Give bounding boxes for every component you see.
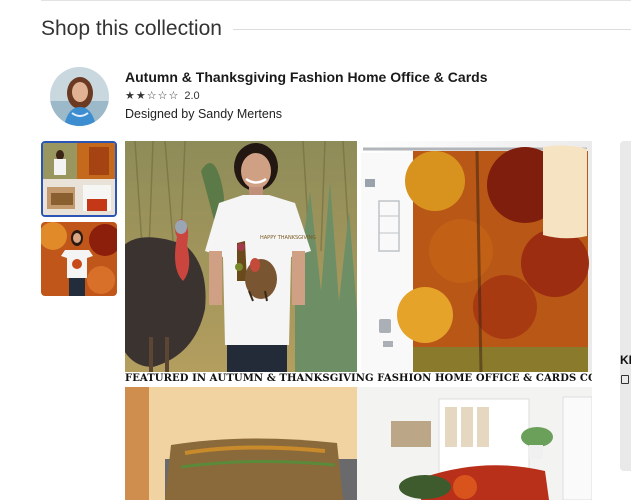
star-empty-icon: ☆ — [146, 90, 157, 102]
hero-product-image[interactable]: HAPPY THANKSGIVING — [125, 141, 592, 386]
star-empty-icon: ☆ — [168, 90, 179, 102]
section-title: Shop this collection — [41, 17, 222, 40]
top-divider — [41, 0, 631, 1]
hero-caption: FEATURED IN AUTUMN & THANKSGIVING FASHIO… — [125, 372, 592, 386]
rating[interactable]: ★ ★ ☆ ☆ ☆ 2.0 — [125, 89, 200, 103]
section-header: Shop this collection — [41, 16, 631, 42]
thumbnail-model-tshirt[interactable] — [41, 222, 117, 296]
star-filled-icon: ★ — [135, 90, 146, 102]
collection-title[interactable]: Autumn & Thanksgiving Fashion Home Offic… — [125, 69, 487, 85]
star-empty-icon: ☆ — [157, 90, 168, 102]
hero-secondary-row — [125, 387, 592, 500]
designer-byline[interactable]: Designed by Sandy Mertens — [125, 107, 282, 121]
tshirt-print-text: HAPPY THANKSGIVING — [260, 235, 316, 241]
rating-stars: ★ ★ ☆ ☆ ☆ — [125, 89, 178, 103]
next-card-label[interactable]: KI — [620, 353, 631, 367]
rating-value: 2.0 — [184, 90, 200, 102]
thumbnail-collection[interactable] — [41, 141, 117, 217]
header-divider — [233, 29, 631, 30]
next-collection-card[interactable] — [620, 141, 631, 471]
copy-icon[interactable] — [621, 375, 629, 384]
star-filled-icon: ★ — [125, 90, 135, 102]
designer-avatar[interactable] — [50, 67, 109, 126]
